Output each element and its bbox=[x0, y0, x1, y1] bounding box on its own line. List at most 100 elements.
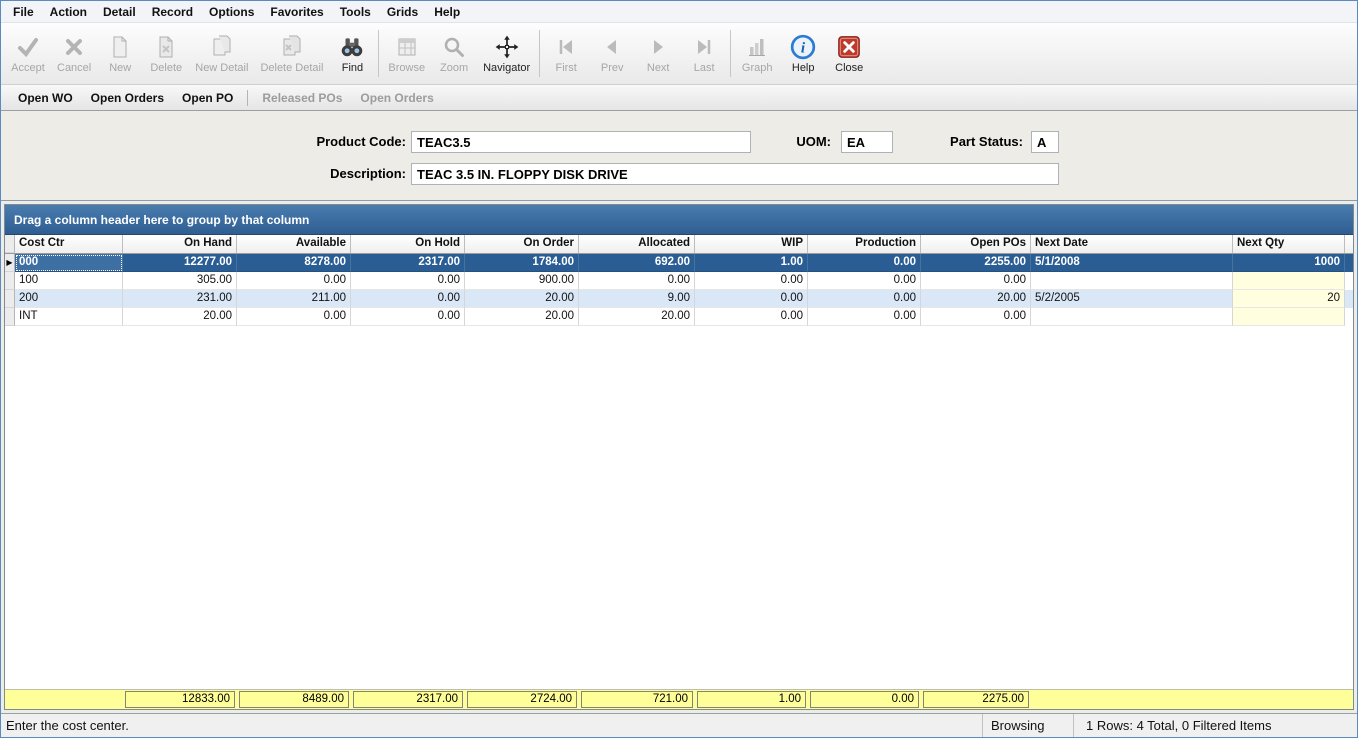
cell-next-date[interactable] bbox=[1031, 308, 1233, 326]
cell-production[interactable]: 0.00 bbox=[808, 254, 921, 272]
last-button: Last bbox=[681, 25, 727, 82]
cell-on-order[interactable]: 1784.00 bbox=[465, 254, 579, 272]
cell-cost-ctr[interactable]: 100 bbox=[15, 272, 123, 290]
open-po-button[interactable]: Open PO bbox=[173, 88, 242, 108]
cell-open-pos[interactable]: 20.00 bbox=[921, 290, 1031, 308]
column-header-on-hold[interactable]: On Hold bbox=[351, 235, 465, 253]
product-code-field[interactable] bbox=[411, 131, 751, 153]
nav-last-icon bbox=[691, 34, 717, 60]
total-on-hold: 2317.00 bbox=[353, 691, 463, 708]
find-binoculars-icon bbox=[339, 34, 365, 60]
delete-detail-button: Delete Detail bbox=[254, 25, 329, 82]
open-orders-button[interactable]: Open Orders bbox=[82, 88, 173, 108]
cell-available[interactable]: 211.00 bbox=[237, 290, 351, 308]
cell-production[interactable]: 0.00 bbox=[808, 308, 921, 326]
row-indicator bbox=[5, 290, 15, 308]
cell-on-hand[interactable]: 20.00 bbox=[123, 308, 237, 326]
cell-on-order[interactable]: 20.00 bbox=[465, 308, 579, 326]
cell-cost-ctr[interactable]: 000 bbox=[15, 254, 123, 272]
menu-detail[interactable]: Detail bbox=[95, 3, 144, 21]
cell-available[interactable]: 8278.00 bbox=[237, 254, 351, 272]
menu-help[interactable]: Help bbox=[426, 3, 468, 21]
cell-on-order[interactable]: 900.00 bbox=[465, 272, 579, 290]
column-header-next-date[interactable]: Next Date bbox=[1031, 235, 1233, 253]
menu-tools[interactable]: Tools bbox=[332, 3, 379, 21]
cell-cost-ctr[interactable]: INT bbox=[15, 308, 123, 326]
new-detail-icon bbox=[209, 34, 235, 60]
grid-header-row: Cost Ctr On Hand Available On Hold On Order A… bbox=[5, 235, 1353, 254]
column-header-allocated[interactable]: Allocated bbox=[579, 235, 695, 253]
uom-field[interactable] bbox=[841, 131, 893, 153]
toolbar-button-label: Close bbox=[835, 61, 864, 74]
open-wo-button[interactable]: Open WO bbox=[9, 88, 82, 108]
row-indicator bbox=[5, 272, 15, 290]
cell-allocated[interactable]: 0.00 bbox=[579, 272, 695, 290]
zoom-magnifier-icon bbox=[441, 34, 467, 60]
cell-next-qty[interactable] bbox=[1233, 308, 1345, 326]
cell-next-qty[interactable]: 1000 bbox=[1233, 254, 1345, 272]
close-button[interactable]: Close bbox=[826, 25, 872, 82]
cell-on-hand[interactable]: 231.00 bbox=[123, 290, 237, 308]
menu-file[interactable]: File bbox=[5, 3, 42, 21]
cell-allocated[interactable]: 9.00 bbox=[579, 290, 695, 308]
cell-on-hold[interactable]: 0.00 bbox=[351, 308, 465, 326]
cell-on-order[interactable]: 20.00 bbox=[465, 290, 579, 308]
table-row-200[interactable]: 200 231.00 211.00 0.00 20.00 9.00 0.00 0.00 20.0… bbox=[5, 290, 1353, 308]
column-header-cost-ctr[interactable]: Cost Ctr bbox=[15, 235, 123, 253]
part-status-field[interactable] bbox=[1031, 131, 1059, 153]
toolbar-button-label: Help bbox=[791, 61, 815, 74]
product-code-label: Product Code: bbox=[316, 134, 406, 149]
toolbar-button-label: Graph bbox=[741, 61, 773, 74]
menu-options[interactable]: Options bbox=[201, 3, 262, 21]
menu-grids[interactable]: Grids bbox=[379, 3, 426, 21]
cell-available[interactable]: 0.00 bbox=[237, 308, 351, 326]
navigator-button[interactable]: Navigator bbox=[477, 25, 536, 82]
toolbar-button-label: Zoom bbox=[440, 61, 469, 74]
column-header-next-qty[interactable]: Next Qty bbox=[1233, 235, 1345, 253]
column-header-on-hand[interactable]: On Hand bbox=[123, 235, 237, 253]
cell-on-hand[interactable]: 305.00 bbox=[123, 272, 237, 290]
find-button[interactable]: Find bbox=[329, 25, 375, 82]
cell-on-hand[interactable]: 12277.00 bbox=[123, 254, 237, 272]
cell-wip[interactable]: 1.00 bbox=[695, 254, 808, 272]
toolbar-button-label: New bbox=[109, 61, 132, 74]
cell-on-hold[interactable]: 0.00 bbox=[351, 290, 465, 308]
cell-production[interactable]: 0.00 bbox=[808, 272, 921, 290]
cell-next-date[interactable] bbox=[1031, 272, 1233, 290]
delete-detail-icon bbox=[279, 34, 305, 60]
column-header-on-order[interactable]: On Order bbox=[465, 235, 579, 253]
cell-allocated[interactable]: 20.00 bbox=[579, 308, 695, 326]
help-button[interactable]: i Help bbox=[780, 25, 826, 82]
cell-next-qty[interactable] bbox=[1233, 272, 1345, 290]
cell-wip[interactable]: 0.00 bbox=[695, 290, 808, 308]
cell-production[interactable]: 0.00 bbox=[808, 290, 921, 308]
description-field[interactable] bbox=[411, 163, 1059, 185]
menu-favorites[interactable]: Favorites bbox=[262, 3, 331, 21]
column-header-production[interactable]: Production bbox=[808, 235, 921, 253]
menu-action[interactable]: Action bbox=[42, 3, 95, 21]
column-header-available[interactable]: Available bbox=[237, 235, 351, 253]
cell-next-qty[interactable]: 20 bbox=[1233, 290, 1345, 308]
cell-on-hold[interactable]: 0.00 bbox=[351, 272, 465, 290]
toolbar-button-label: New Detail bbox=[195, 61, 249, 74]
toolbar-button-label: Last bbox=[693, 61, 715, 74]
table-row-100[interactable]: 100 305.00 0.00 0.00 900.00 0.00 0.00 0.00 0.00 bbox=[5, 272, 1353, 290]
cell-on-hold[interactable]: 2317.00 bbox=[351, 254, 465, 272]
cell-open-pos[interactable]: 2255.00 bbox=[921, 254, 1031, 272]
cell-open-pos[interactable]: 0.00 bbox=[921, 308, 1031, 326]
table-row-int[interactable]: INT 20.00 0.00 0.00 20.00 20.00 0.00 0.00 0.00 bbox=[5, 308, 1353, 326]
cell-available[interactable]: 0.00 bbox=[237, 272, 351, 290]
cell-next-date[interactable]: 5/2/2005 bbox=[1031, 290, 1233, 308]
cell-wip[interactable]: 0.00 bbox=[695, 308, 808, 326]
cell-next-date[interactable]: 5/1/2008 bbox=[1031, 254, 1233, 272]
column-header-open-pos[interactable]: Open POs bbox=[921, 235, 1031, 253]
cell-wip[interactable]: 0.00 bbox=[695, 272, 808, 290]
table-row-000[interactable]: ▶ 000 12277.00 8278.00 2317.00 1784.00 692.00 1… bbox=[5, 254, 1353, 272]
column-header-wip[interactable]: WIP bbox=[695, 235, 808, 253]
menu-record[interactable]: Record bbox=[144, 3, 201, 21]
cell-allocated[interactable]: 692.00 bbox=[579, 254, 695, 272]
group-by-bar[interactable]: Drag a column header here to group by th… bbox=[5, 205, 1353, 235]
cell-cost-ctr[interactable]: 200 bbox=[15, 290, 123, 308]
cell-open-pos[interactable]: 0.00 bbox=[921, 272, 1031, 290]
toolbar-button-label: Browse bbox=[388, 61, 426, 74]
